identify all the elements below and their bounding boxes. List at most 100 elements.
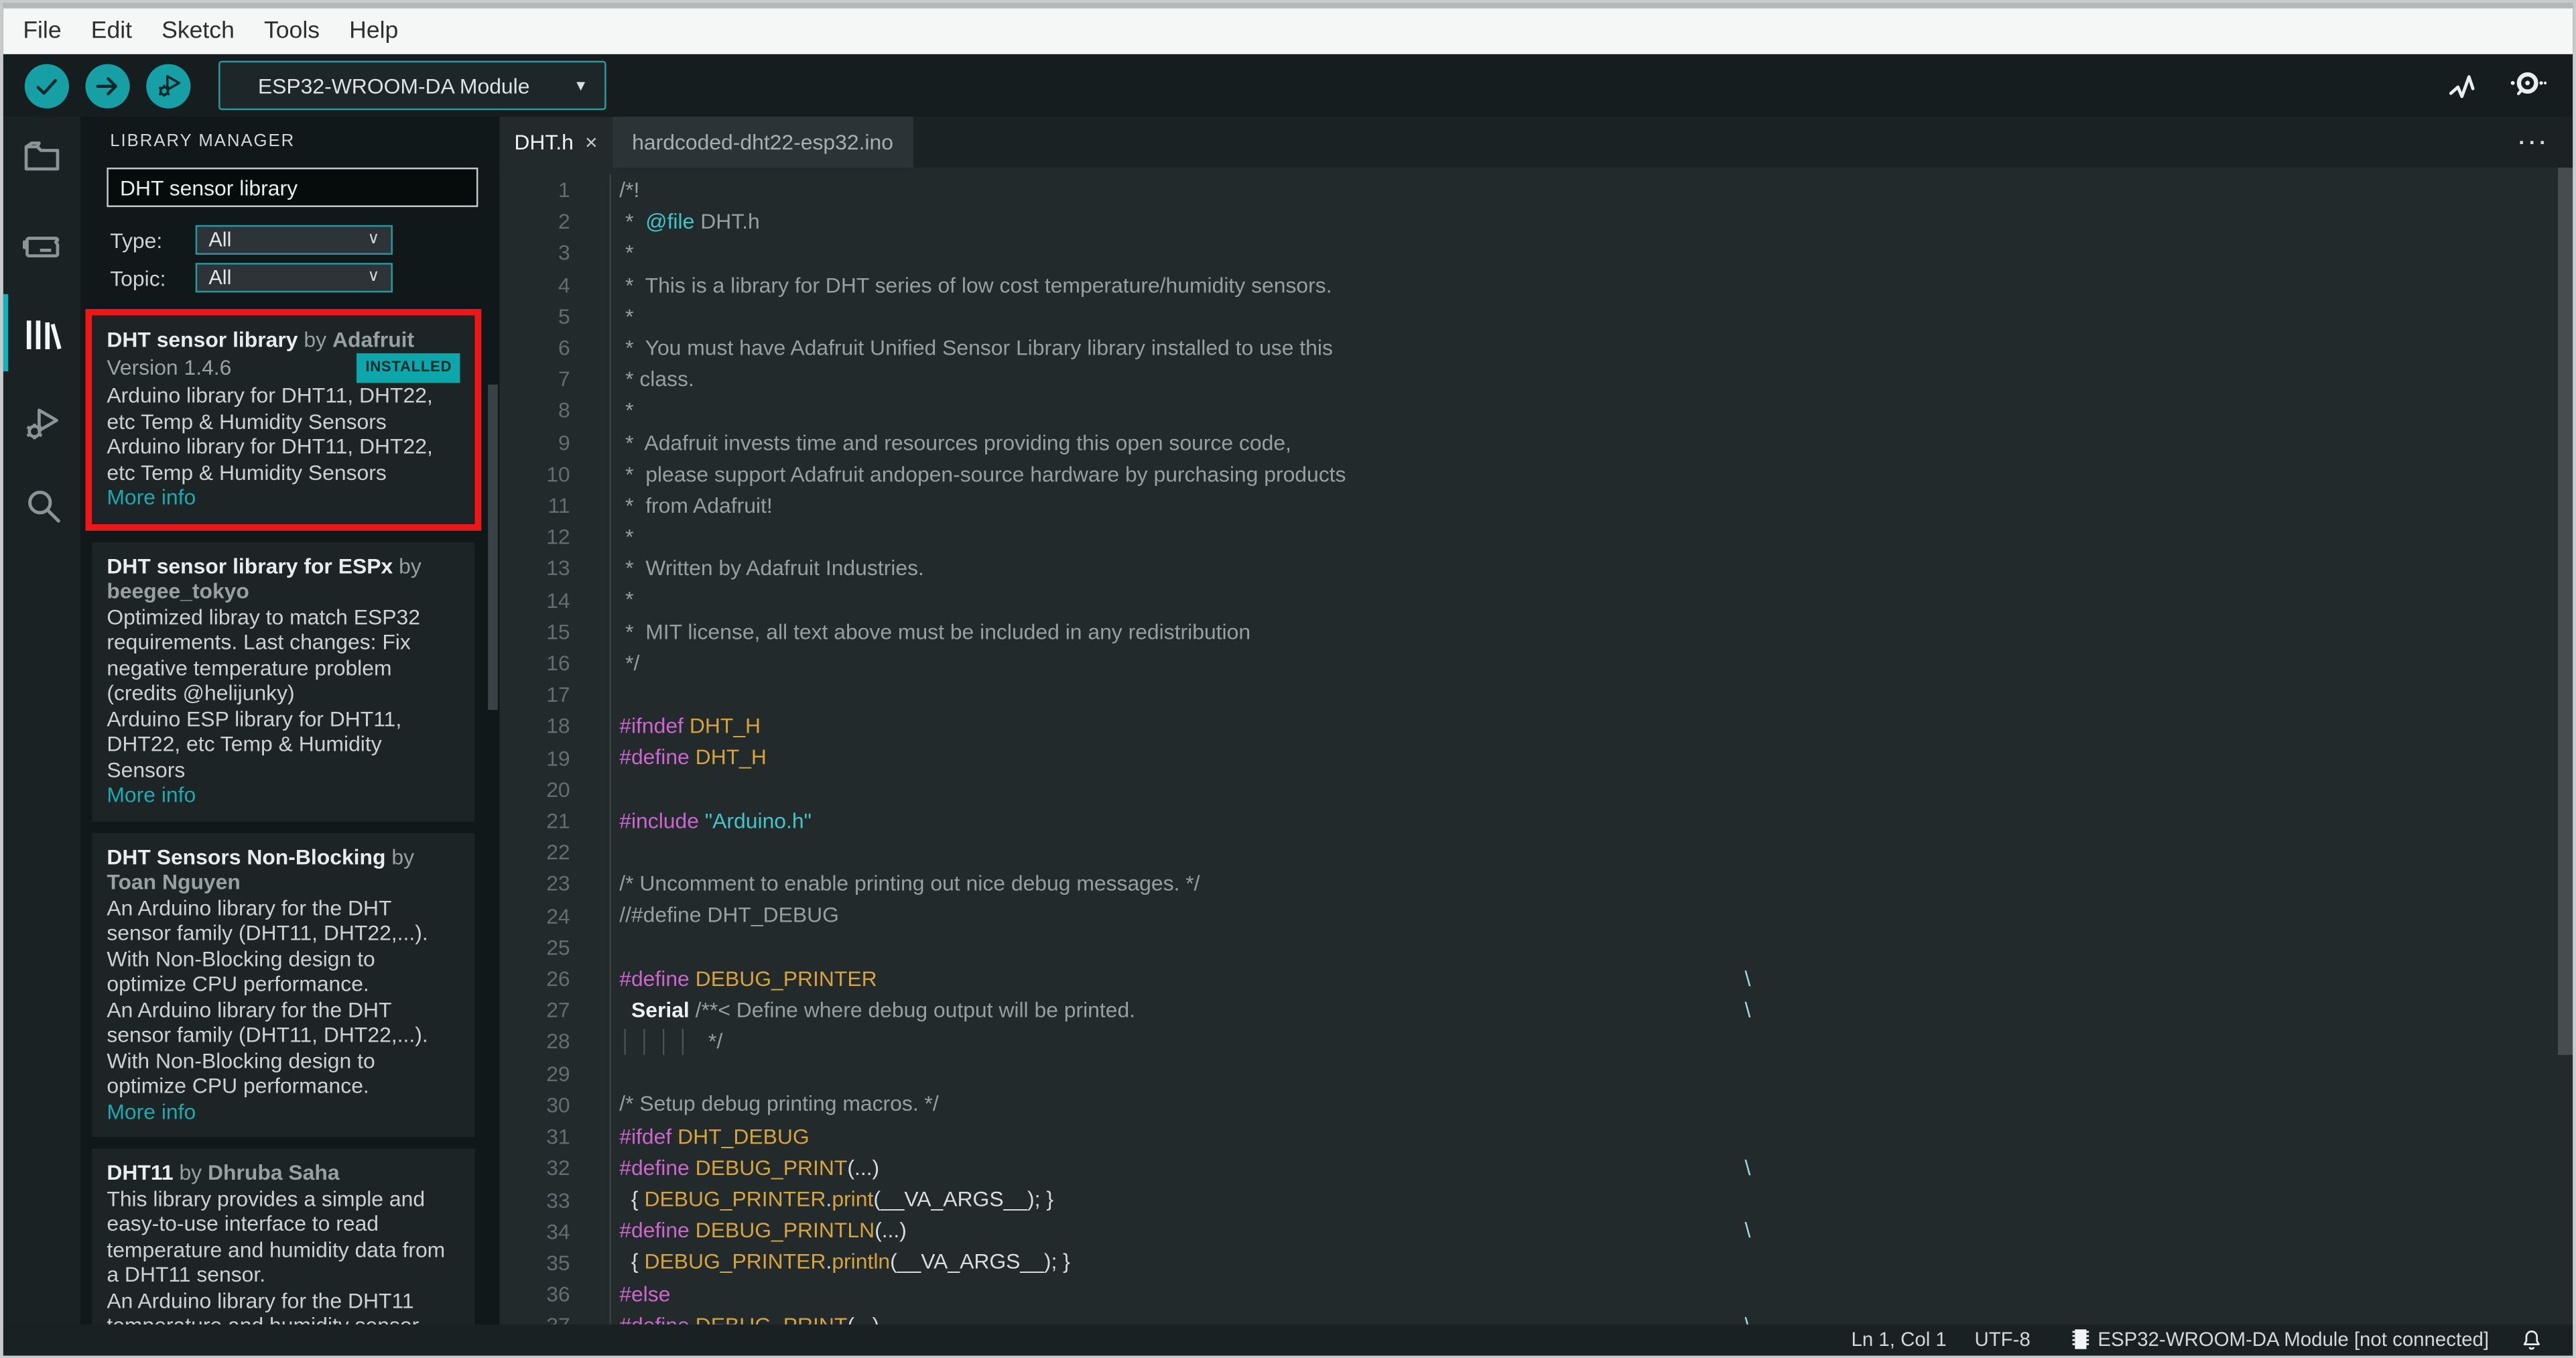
- library-entry-wrap: DHT sensor library for ESPx by beegee_to…: [92, 541, 475, 821]
- sidebar-item-search[interactable]: [3, 469, 80, 541]
- library-entry[interactable]: DHT sensor library by Adafruit Version 1.…: [92, 315, 475, 523]
- line-number: 6: [558, 335, 570, 360]
- code-line: #define DHT_H: [619, 745, 767, 770]
- code-line: *: [619, 587, 634, 613]
- code-line: *: [619, 240, 634, 265]
- more-info-link[interactable]: More info: [107, 782, 460, 808]
- code-line: * @file DHT.h: [619, 208, 760, 234]
- line-number: 10: [546, 461, 570, 487]
- type-select[interactable]: All ∨: [195, 225, 393, 255]
- line-number: 1: [558, 177, 570, 202]
- sidebar-item-boards-manager[interactable]: [3, 208, 80, 281]
- menu-item-file[interactable]: File: [8, 8, 76, 54]
- tab-overflow-menu-icon[interactable]: ···: [2518, 117, 2550, 168]
- editor-area: DHT.h × hardcoded-dht22-esp32.ino ··· 12345…: [499, 117, 2573, 1355]
- editor-scrollbar[interactable]: [2558, 168, 2573, 1055]
- line-number: 20: [546, 777, 570, 802]
- sidebar-scrollbar[interactable]: [488, 384, 498, 711]
- library-manager-panel: LIBRARY MANAGER Type: All ∨ Topic: All ∨…: [80, 117, 500, 1355]
- more-info-link[interactable]: More info: [107, 1099, 460, 1124]
- code-editor[interactable]: 1 2 3 4 5 6 7 8 9 10 11 12 13 14 15 16 17 18 19 20 21 22 23 24 2…: [499, 168, 2573, 1355]
- code-line: #define DEBUG_PRINTER \: [619, 965, 1751, 991]
- chevron-down-icon: ∨: [367, 267, 380, 286]
- line-number: 36: [546, 1282, 570, 1307]
- tab-dht-h[interactable]: DHT.h ×: [499, 117, 613, 168]
- line-number: 9: [558, 430, 570, 455]
- chevron-down-icon: ▼: [573, 77, 588, 94]
- line-number: 12: [546, 524, 570, 550]
- library-name: DHT11: [107, 1160, 174, 1185]
- code-line: #include "Arduino.h": [619, 808, 812, 833]
- menu-item-tools[interactable]: Tools: [249, 8, 334, 54]
- topic-select[interactable]: All ∨: [195, 263, 393, 293]
- line-number: 19: [546, 745, 570, 770]
- line-number: 25: [546, 934, 570, 960]
- sidebar-item-debug[interactable]: [3, 386, 80, 458]
- by-label: by: [391, 843, 415, 869]
- line-number: 35: [546, 1250, 570, 1276]
- upload-button[interactable]: [85, 63, 130, 108]
- code-line: *: [619, 398, 634, 423]
- code-line: { DEBUG_PRINTER.print(__VA_ARGS__); }: [619, 1186, 1054, 1211]
- search-icon: [19, 483, 64, 527]
- notification-bell-icon[interactable]: [2520, 1327, 2543, 1352]
- more-info-link[interactable]: More info: [107, 485, 460, 510]
- by-label: by: [304, 326, 327, 352]
- library-description: An Arduino library for the DHT sensor fa…: [107, 894, 428, 996]
- library-author: Adafruit: [332, 326, 415, 352]
- library-author: Dhruba Saha: [208, 1160, 340, 1185]
- serial-plotter-icon[interactable]: [2445, 66, 2482, 104]
- verify-button[interactable]: [24, 63, 69, 108]
- tab-hardcoded-dht22-esp32-ino[interactable]: hardcoded-dht22-esp32.ino: [612, 117, 913, 168]
- line-number-gutter: 1 2 3 4 5 6 7 8 9 10 11 12 13 14 15 16 17 18 19 20 21 22 23 24 2…: [499, 174, 570, 1342]
- sketchbook-folder-icon: [19, 134, 64, 178]
- library-description: An Arduino library for the DHT sensor fa…: [107, 996, 428, 1098]
- line-number: 21: [546, 808, 570, 834]
- menu-item-edit[interactable]: Edit: [76, 8, 147, 54]
- library-entry-title: DHT11 by Dhruba Saha: [107, 1160, 460, 1186]
- board-selector-value: ESP32-WROOM-DA Module: [257, 73, 530, 98]
- toolbar: ESP32-WROOM-DA Module ▼: [3, 54, 2573, 117]
- library-entry-wrap: DHT Sensors Non-Blocking by Toan Nguyen A…: [92, 832, 475, 1137]
- debug-button[interactable]: [146, 63, 191, 108]
- code-line: */: [619, 650, 640, 676]
- line-number: 16: [546, 650, 570, 676]
- serial-monitor-icon[interactable]: [2507, 66, 2547, 105]
- menu-item-sketch[interactable]: Sketch: [147, 8, 249, 54]
- library-entry[interactable]: DHT Sensors Non-Blocking by Toan Nguyen A…: [92, 832, 475, 1137]
- code-line: //#define DHT_DEBUG: [619, 902, 839, 928]
- code-line: │ │ │ │ */: [619, 1028, 723, 1054]
- sidebar-item-sketchbook[interactable]: [3, 120, 80, 192]
- topic-filter-label: Topic:: [110, 265, 166, 290]
- menu-item-help[interactable]: Help: [334, 8, 413, 54]
- code-line: #ifdef DHT_DEBUG: [619, 1123, 810, 1148]
- tab-label: hardcoded-dht22-esp32.ino: [632, 129, 893, 155]
- line-number: 11: [548, 493, 570, 518]
- line-number: 34: [546, 1219, 570, 1244]
- board-status: ESP32-WROOM-DA Module [not connected]: [2071, 1328, 2489, 1351]
- sidebar-item-library-manager[interactable]: [3, 298, 80, 370]
- line-number: 8: [558, 398, 570, 424]
- line-number: 23: [546, 871, 570, 897]
- code-line: /*!: [619, 177, 640, 202]
- library-description: This library provides a simple and easy-…: [107, 1185, 446, 1287]
- code-line: * class.: [619, 366, 694, 391]
- library-search-input[interactable]: [107, 168, 478, 207]
- line-number: 3: [558, 240, 570, 265]
- close-icon[interactable]: ×: [585, 130, 598, 155]
- line-number: 14: [546, 587, 570, 613]
- arduino-ide-window: File Edit Sketch Tools Help ESP32-WROOM-DA M…: [0, 0, 2576, 1358]
- board-status-text: ESP32-WROOM-DA Module [not connected]: [2098, 1328, 2490, 1351]
- library-entry-title: DHT sensor library for ESPx by beegee_to…: [107, 553, 460, 604]
- library-description: Arduino library for DHT11, DHT22, etc Te…: [107, 434, 433, 484]
- line-number: 28: [546, 1029, 570, 1054]
- board-selector[interactable]: ESP32-WROOM-DA Module ▼: [218, 60, 606, 111]
- debug-icon: [153, 70, 183, 100]
- library-description: Arduino library for DHT11, DHT22, etc Te…: [107, 383, 433, 433]
- library-entry[interactable]: DHT sensor library for ESPx by beegee_to…: [92, 541, 475, 821]
- line-number: 17: [546, 682, 570, 707]
- code-line: * from Adafruit!: [619, 493, 773, 517]
- editor-tab-bar: DHT.h × hardcoded-dht22-esp32.ino ···: [499, 117, 2573, 168]
